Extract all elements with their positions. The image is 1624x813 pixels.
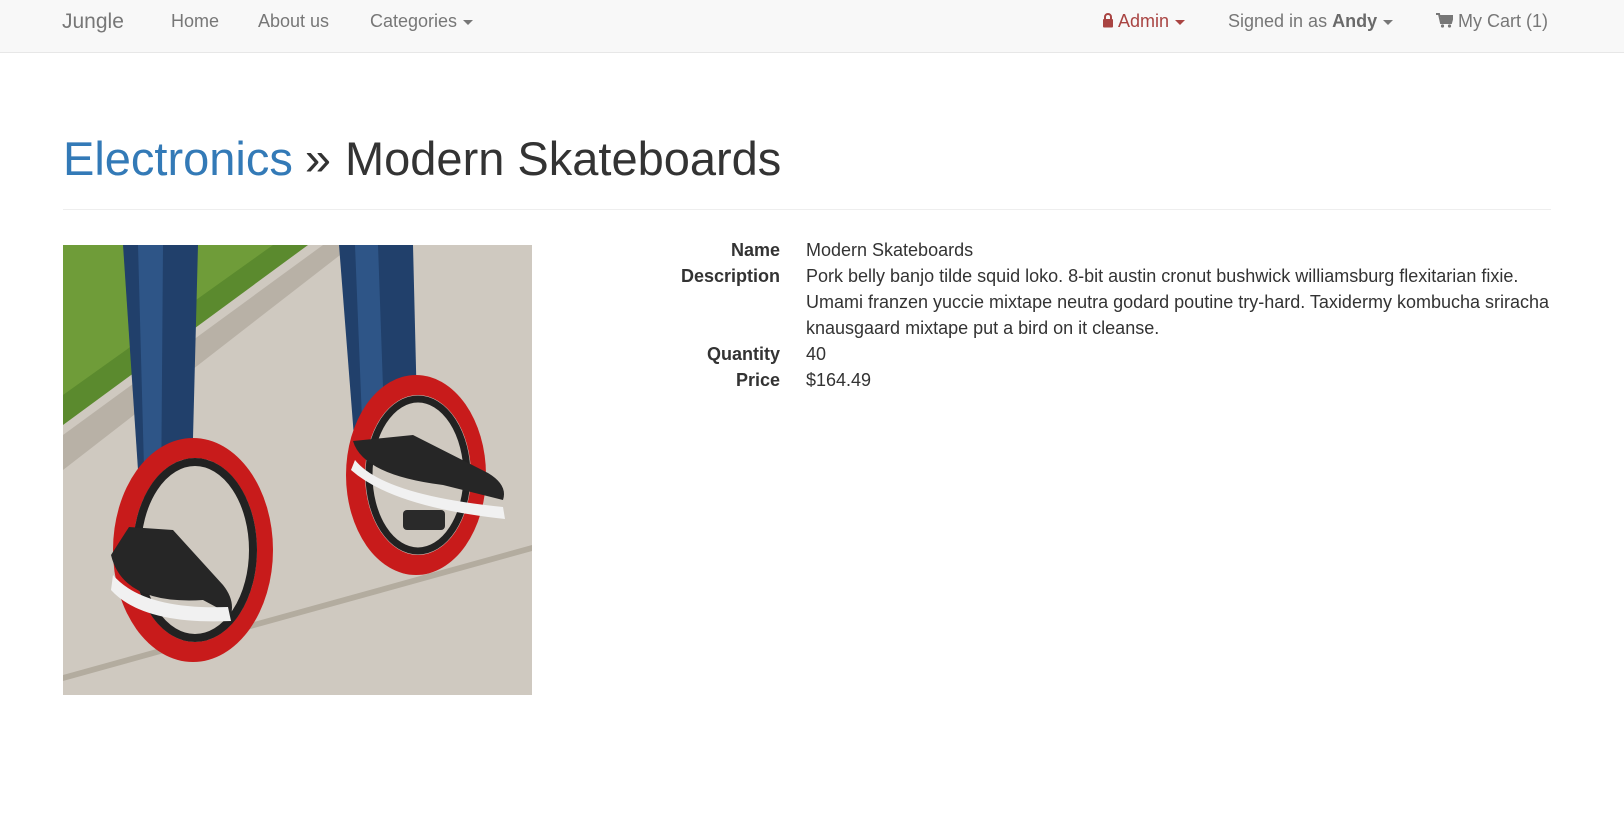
- brand-link[interactable]: Jungle: [62, 0, 124, 43]
- price-label: Price: [735, 370, 780, 390]
- breadcrumb-category-link[interactable]: Electronics: [63, 132, 293, 185]
- name-value: Modern Skateboards: [806, 240, 974, 260]
- quantity-label: Quantity: [706, 344, 780, 364]
- categories-dropdown[interactable]: Categories: [370, 0, 474, 43]
- caret-down-icon: [1175, 19, 1186, 25]
- breadcrumb-product: Modern Skateboards: [345, 132, 782, 185]
- detail-row-quantity: Quantity 40: [640, 341, 1560, 367]
- product-image: [63, 245, 532, 695]
- shopping-cart-icon: [1436, 11, 1458, 31]
- cart-label: My Cart (1): [1458, 11, 1549, 31]
- admin-dropdown[interactable]: Admin: [1102, 0, 1186, 43]
- cart-link[interactable]: My Cart (1): [1436, 0, 1548, 43]
- signed-in-prefix: Signed in as: [1228, 11, 1328, 31]
- price-value: $164.49: [806, 370, 872, 390]
- page-title: Electronics» Modern Skateboards: [63, 126, 1551, 192]
- user-name: Andy: [1332, 11, 1378, 31]
- description-value: Pork belly banjo tilde squid loko. 8-bit…: [806, 266, 1550, 338]
- skateboard-photo: [63, 245, 532, 695]
- categories-label: Categories: [370, 11, 458, 31]
- detail-row-description: Description Pork belly banjo tilde squid…: [640, 263, 1560, 341]
- detail-row-name: Name Modern Skateboards: [640, 237, 1560, 263]
- caret-down-icon: [1383, 19, 1394, 25]
- detail-row-price: Price $164.49: [640, 367, 1560, 393]
- product-details: Name Modern Skateboards Description Pork…: [640, 237, 1560, 393]
- lock-icon: [1102, 11, 1118, 31]
- admin-label: Admin: [1118, 11, 1170, 31]
- top-navbar: Jungle Home About us Categories Admin Si…: [0, 0, 1624, 53]
- page-header: Electronics» Modern Skateboards: [63, 126, 1551, 210]
- caret-down-icon: [463, 19, 474, 25]
- description-label: Description: [680, 266, 780, 286]
- nav-about-link[interactable]: About us: [258, 0, 329, 43]
- nav-home-link[interactable]: Home: [171, 0, 219, 43]
- name-label: Name: [730, 240, 780, 260]
- quantity-value: 40: [806, 344, 827, 364]
- breadcrumb-separator: »: [304, 132, 331, 185]
- user-dropdown[interactable]: Signed in as Andy: [1228, 0, 1394, 43]
